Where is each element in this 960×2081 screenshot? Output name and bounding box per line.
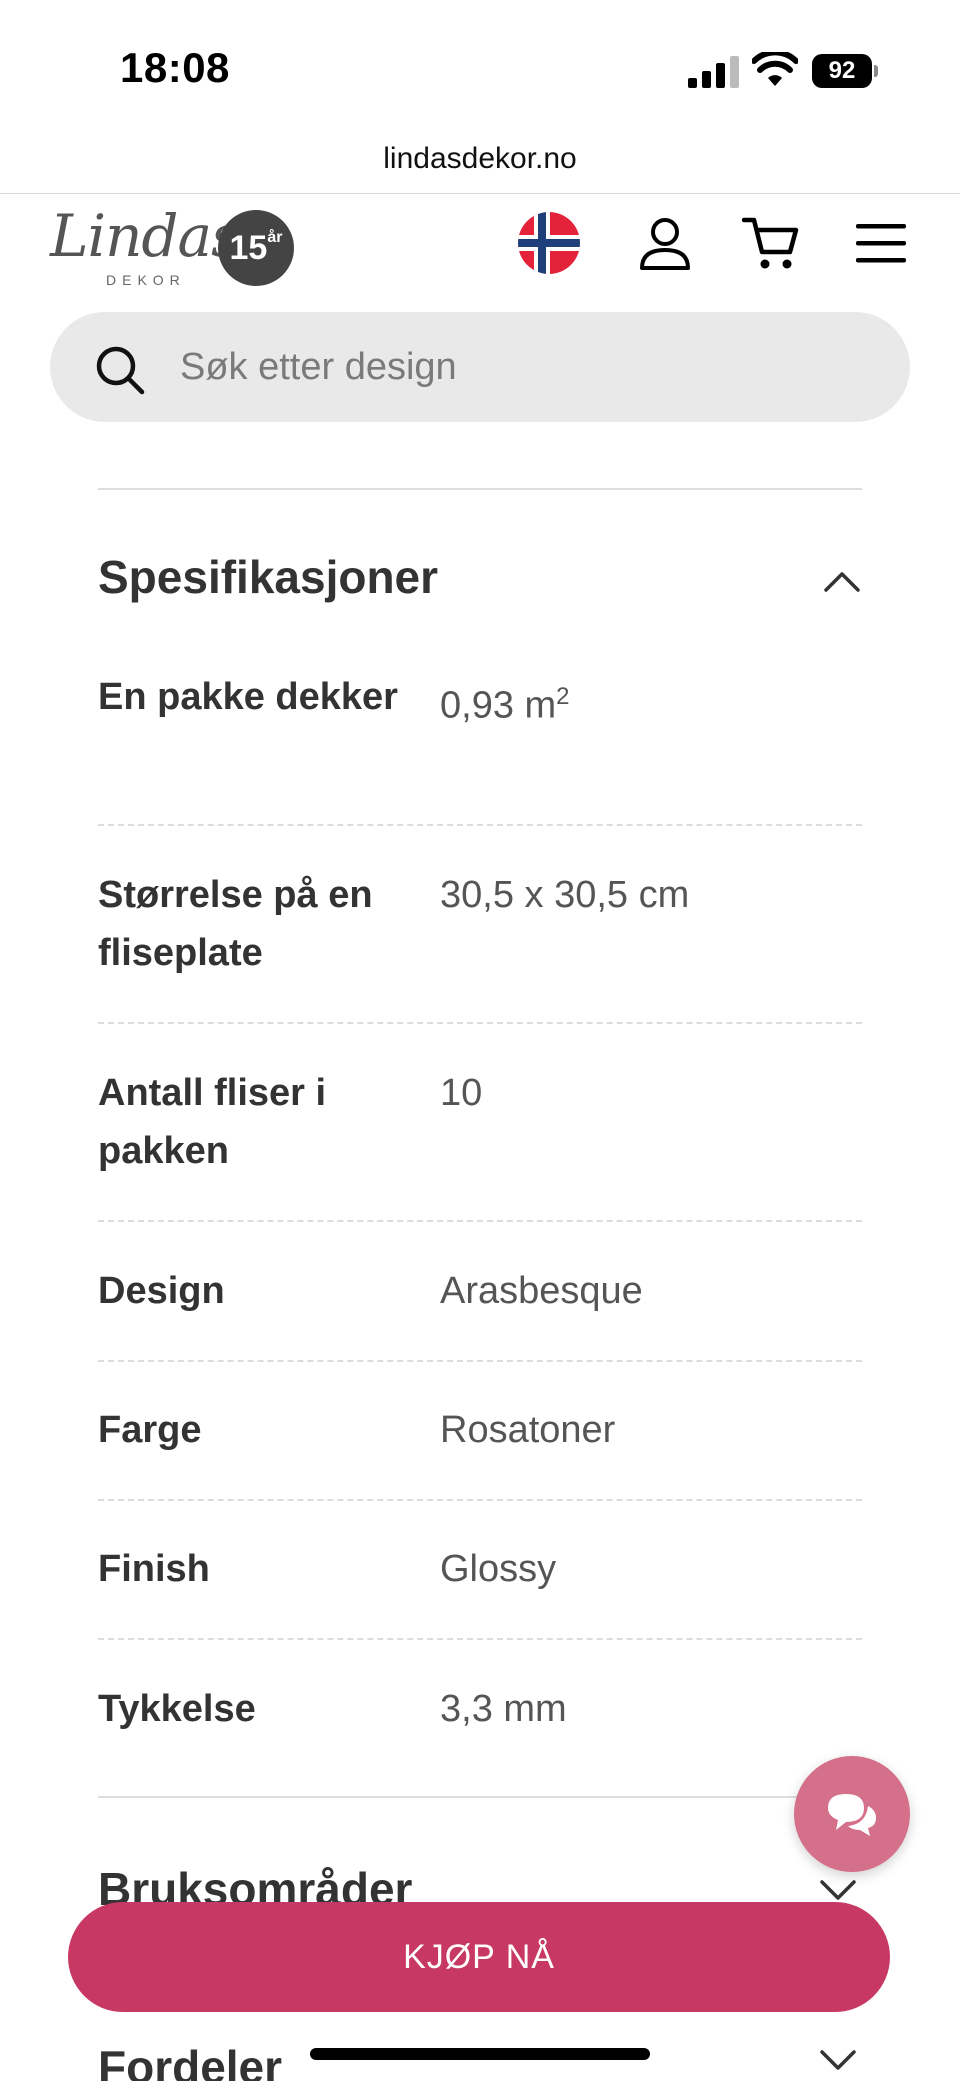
spec-key: Finish: [98, 1548, 210, 1590]
chevron-down-icon[interactable]: [818, 2040, 858, 2080]
chat-bubbles-icon: [828, 1794, 876, 1836]
search-icon[interactable]: [94, 344, 146, 396]
spec-row: Design Arasbesque: [98, 1262, 862, 1362]
spec-value: 0,93 m2: [440, 668, 860, 735]
divider: [98, 488, 862, 490]
spec-row: Farge Rosatoner: [98, 1401, 862, 1501]
logo-badge-number: 15: [229, 229, 268, 267]
status-time: 18:08: [120, 44, 230, 91]
accordion-title-fordeler[interactable]: Fordeler: [98, 2040, 282, 2081]
section-title: Spesifikasjoner: [98, 551, 439, 603]
spec-key: Antall fliser i pakken: [98, 1072, 327, 1172]
logo[interactable]: Lindas DEKOR 15år: [50, 202, 295, 292]
url-bar[interactable]: lindasdekor.no: [0, 130, 960, 194]
spec-row: Finish Glossy: [98, 1540, 862, 1640]
spec-value-superscript: 2: [556, 683, 570, 710]
page: 18:08 92 lindasdekor.no Lindas DEKOR 15å…: [0, 0, 960, 2081]
spec-value: 30,5 x 30,5 cm: [440, 874, 690, 916]
chevron-up-icon[interactable]: [822, 562, 862, 602]
battery-cap: [874, 65, 878, 77]
spec-value: Rosatoner: [440, 1409, 616, 1451]
logo-badge-suffix: år: [267, 229, 283, 246]
spec-row: Tykkelse 3,3 mm: [98, 1680, 862, 1780]
spec-key: Tykkelse: [98, 1688, 256, 1730]
spec-row: Antall fliser i pakken 10: [98, 1064, 862, 1222]
spec-key: Farge: [98, 1409, 202, 1451]
search-bar[interactable]: [50, 312, 910, 422]
home-indicator: [310, 2048, 650, 2060]
spec-value: 3,3 mm: [440, 1688, 567, 1730]
spec-value: 10: [440, 1072, 483, 1114]
site-header: Lindas DEKOR 15år: [0, 194, 960, 304]
chat-button[interactable]: [794, 1756, 910, 1872]
battery-level: 92: [812, 54, 872, 88]
menu-icon[interactable]: [852, 214, 910, 272]
status-bar: 18:08 92: [0, 0, 960, 130]
user-icon[interactable]: [636, 214, 694, 272]
spec-key: En pakke dekker: [98, 676, 398, 718]
search-input[interactable]: [180, 340, 860, 394]
buy-now-button[interactable]: KJØP NÅ: [68, 1902, 890, 2012]
specifications-header[interactable]: Spesifikasjoner: [98, 550, 862, 610]
norway-flag-icon[interactable]: [518, 212, 580, 274]
divider: [98, 1796, 862, 1798]
spec-value: Arasbesque: [440, 1270, 643, 1312]
url-text[interactable]: lindasdekor.no: [383, 142, 576, 176]
signal-icon: [688, 56, 739, 88]
logo-subtext: DEKOR: [106, 272, 186, 288]
cart-icon[interactable]: [742, 214, 800, 272]
spec-key: Design: [98, 1270, 225, 1312]
logo-badge: 15år: [218, 210, 294, 286]
spec-row: En pakke dekker 0,93 m2: [98, 668, 862, 826]
battery-icon: 92: [812, 54, 878, 88]
spec-key: Størrelse på en fliseplate: [98, 874, 373, 974]
spec-row: Størrelse på en fliseplate 30,5 x 30,5 c…: [98, 866, 862, 1024]
spec-value: Glossy: [440, 1548, 557, 1590]
logo-text: Lindas: [50, 202, 241, 270]
spec-value-text: 0,93 m: [440, 684, 557, 727]
wifi-icon: [752, 52, 798, 86]
